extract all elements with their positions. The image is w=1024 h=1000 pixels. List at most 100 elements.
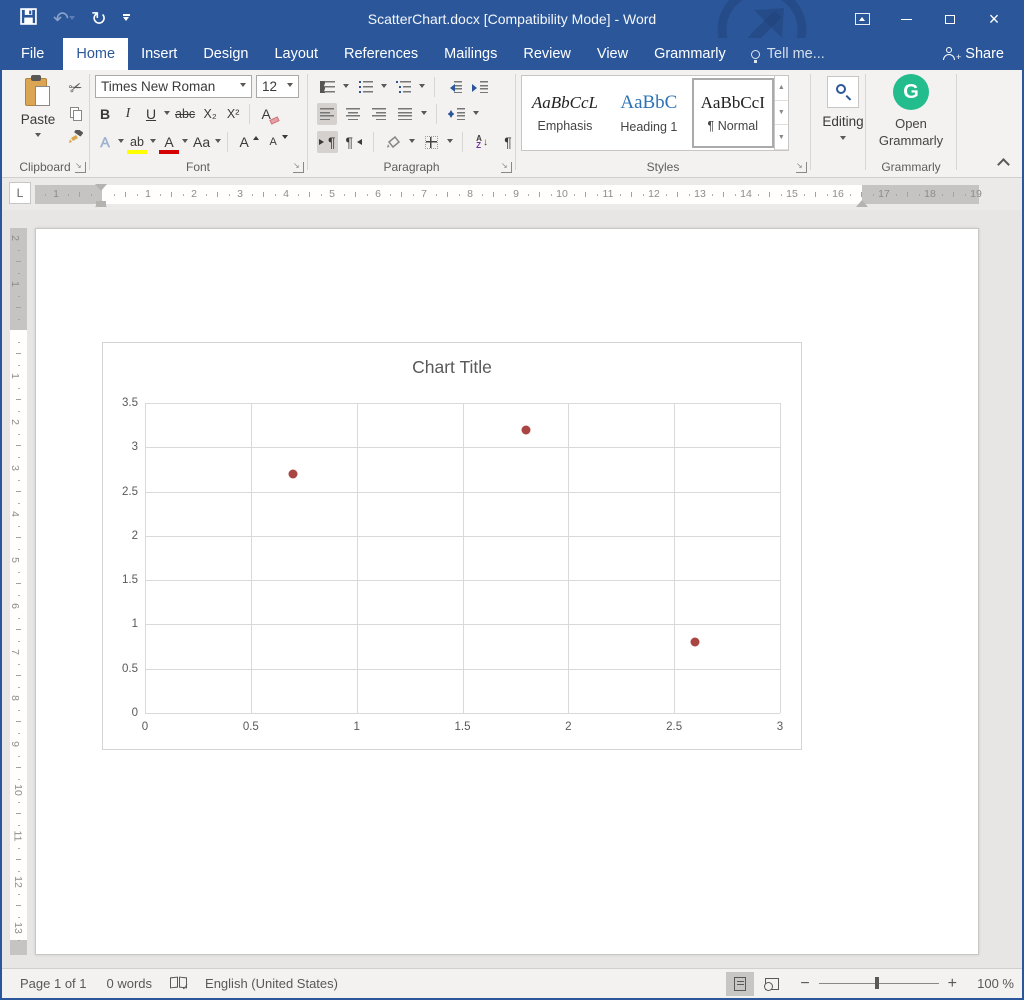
zoom-in-icon[interactable]: + xyxy=(948,975,957,993)
strikethrough-button[interactable]: abc xyxy=(173,103,197,125)
text-effects-dropdown-icon[interactable] xyxy=(118,139,124,146)
rtl-direction-button[interactable]: ¶ xyxy=(344,131,365,153)
paragraph-dialog-launcher-icon[interactable]: ↘ xyxy=(501,162,512,173)
zoom-slider-handle[interactable] xyxy=(875,977,879,989)
paste-dropdown-icon[interactable] xyxy=(35,133,41,140)
superscript-button[interactable]: X² xyxy=(223,103,243,125)
scatter-point[interactable] xyxy=(691,638,700,647)
zoom-out-icon[interactable]: − xyxy=(800,975,809,993)
decrease-indent-button[interactable] xyxy=(444,76,464,98)
tab-design[interactable]: Design xyxy=(190,38,261,70)
ltr-direction-button[interactable]: ¶ xyxy=(317,131,338,153)
scatter-point[interactable] xyxy=(522,425,531,434)
styles-scroll-up-icon[interactable]: ▲ xyxy=(775,76,788,101)
close-icon[interactable]: × xyxy=(972,0,1016,38)
copy-icon[interactable] xyxy=(70,107,83,121)
subscript-button[interactable]: X₂ xyxy=(200,103,220,125)
styles-dialog-launcher-icon[interactable]: ↘ xyxy=(796,162,807,173)
document-page[interactable]: Chart Title 00.511.522.5300.511.522.533.… xyxy=(35,228,979,955)
proofing-status-icon[interactable]: ✓ xyxy=(170,977,187,990)
redo-icon[interactable]: ↻ xyxy=(91,10,107,29)
cut-icon[interactable]: ✂ xyxy=(66,76,85,99)
print-layout-icon[interactable] xyxy=(726,972,754,996)
scatter-chart[interactable]: Chart Title 00.511.522.5300.511.522.533.… xyxy=(102,342,802,750)
borders-button[interactable] xyxy=(421,131,441,153)
align-left-button[interactable] xyxy=(317,103,337,125)
horizontal-ruler[interactable]: 123456789101112131415161171819 xyxy=(35,185,979,204)
justify-dropdown-icon[interactable] xyxy=(421,111,427,118)
tab-layout[interactable]: Layout xyxy=(261,38,331,70)
increase-indent-button[interactable] xyxy=(470,76,490,98)
italic-button[interactable]: I xyxy=(118,103,138,125)
share-button[interactable]: + Share xyxy=(925,38,1022,70)
clipboard-dialog-launcher-icon[interactable]: ↘ xyxy=(75,162,86,173)
change-case-dropdown-icon[interactable] xyxy=(215,139,221,146)
align-right-button[interactable] xyxy=(369,103,389,125)
sort-button[interactable]: AZ ↓ xyxy=(472,131,492,153)
tab-grammarly[interactable]: Grammarly xyxy=(641,38,739,70)
scatter-point[interactable] xyxy=(289,469,298,478)
numbering-dropdown-icon[interactable] xyxy=(381,84,387,91)
highlight-button[interactable]: ab xyxy=(127,131,147,153)
font-color-dropdown-icon[interactable] xyxy=(182,139,188,146)
page-indicator[interactable]: Page 1 of 1 xyxy=(10,976,97,991)
change-case-button[interactable]: Aa xyxy=(191,131,212,153)
justify-button[interactable] xyxy=(395,103,415,125)
numbering-button[interactable] xyxy=(355,76,375,98)
underline-dropdown-icon[interactable] xyxy=(164,111,170,118)
zoom-slider[interactable] xyxy=(819,983,939,984)
bold-button[interactable]: B xyxy=(95,103,115,125)
multilevel-list-button[interactable] xyxy=(393,76,413,98)
customize-qat-icon[interactable] xyxy=(123,14,130,23)
font-name-select[interactable]: Times New Roman xyxy=(95,75,252,98)
shading-dropdown-icon[interactable] xyxy=(409,139,415,146)
line-spacing-dropdown-icon[interactable] xyxy=(473,111,479,118)
zoom-percentage[interactable]: 100 % xyxy=(966,976,1014,991)
font-dialog-launcher-icon[interactable]: ↘ xyxy=(293,162,304,173)
web-layout-icon[interactable] xyxy=(758,972,786,996)
tab-home[interactable]: Home xyxy=(63,38,128,70)
shading-button[interactable] xyxy=(383,131,403,153)
tab-mailings[interactable]: Mailings xyxy=(431,38,510,70)
highlight-dropdown-icon[interactable] xyxy=(150,139,156,146)
style-normal[interactable]: AaBbCcI ¶ Normal xyxy=(692,78,774,148)
tab-references[interactable]: References xyxy=(331,38,431,70)
font-size-select[interactable]: 12 xyxy=(256,75,299,98)
styles-more-icon[interactable]: ▼ xyxy=(775,125,788,150)
undo-icon[interactable]: ↶ xyxy=(53,10,75,29)
tab-review[interactable]: Review xyxy=(510,38,584,70)
tab-stop-selector[interactable]: L xyxy=(9,182,31,204)
borders-dropdown-icon[interactable] xyxy=(447,139,453,146)
word-count[interactable]: 0 words xyxy=(97,976,163,991)
bullets-button[interactable] xyxy=(317,76,337,98)
clear-formatting-button[interactable]: A xyxy=(256,103,276,125)
style-emphasis[interactable]: AaBbCcL Emphasis xyxy=(524,78,606,148)
paste-button[interactable]: Paste xyxy=(12,76,64,154)
save-icon[interactable] xyxy=(20,8,37,30)
grow-font-button[interactable]: A xyxy=(234,131,254,153)
left-indent-marker[interactable] xyxy=(96,201,106,206)
tab-file[interactable]: File xyxy=(2,38,63,70)
right-indent-marker[interactable] xyxy=(856,194,868,207)
read-mode-icon[interactable] xyxy=(694,972,722,996)
shrink-font-button[interactable]: A xyxy=(263,131,283,153)
tab-view[interactable]: View xyxy=(584,38,641,70)
minimize-icon[interactable] xyxy=(884,0,928,38)
ribbon-display-options-icon[interactable] xyxy=(840,0,884,38)
language-indicator[interactable]: English (United States) xyxy=(195,976,348,991)
bullets-dropdown-icon[interactable] xyxy=(343,84,349,91)
line-spacing-button[interactable] xyxy=(446,103,467,125)
align-center-button[interactable] xyxy=(343,103,363,125)
text-effects-button[interactable]: A xyxy=(95,131,115,153)
font-color-button[interactable]: A xyxy=(159,131,179,153)
styles-scroll-down-icon[interactable]: ▼ xyxy=(775,101,788,126)
style-heading-1[interactable]: AaBbC Heading 1 xyxy=(608,78,690,148)
collapse-ribbon-icon[interactable] xyxy=(997,158,1010,171)
format-painter-icon[interactable] xyxy=(68,130,84,144)
maximize-icon[interactable] xyxy=(928,0,972,38)
underline-button[interactable]: U xyxy=(141,103,161,125)
open-grammarly-button[interactable]: G Open Grammarly xyxy=(871,74,951,149)
tell-me-box[interactable]: Tell me... xyxy=(739,38,837,70)
vertical-ruler[interactable]: 1234567891011121321 xyxy=(10,228,27,955)
multilevel-dropdown-icon[interactable] xyxy=(419,84,425,91)
